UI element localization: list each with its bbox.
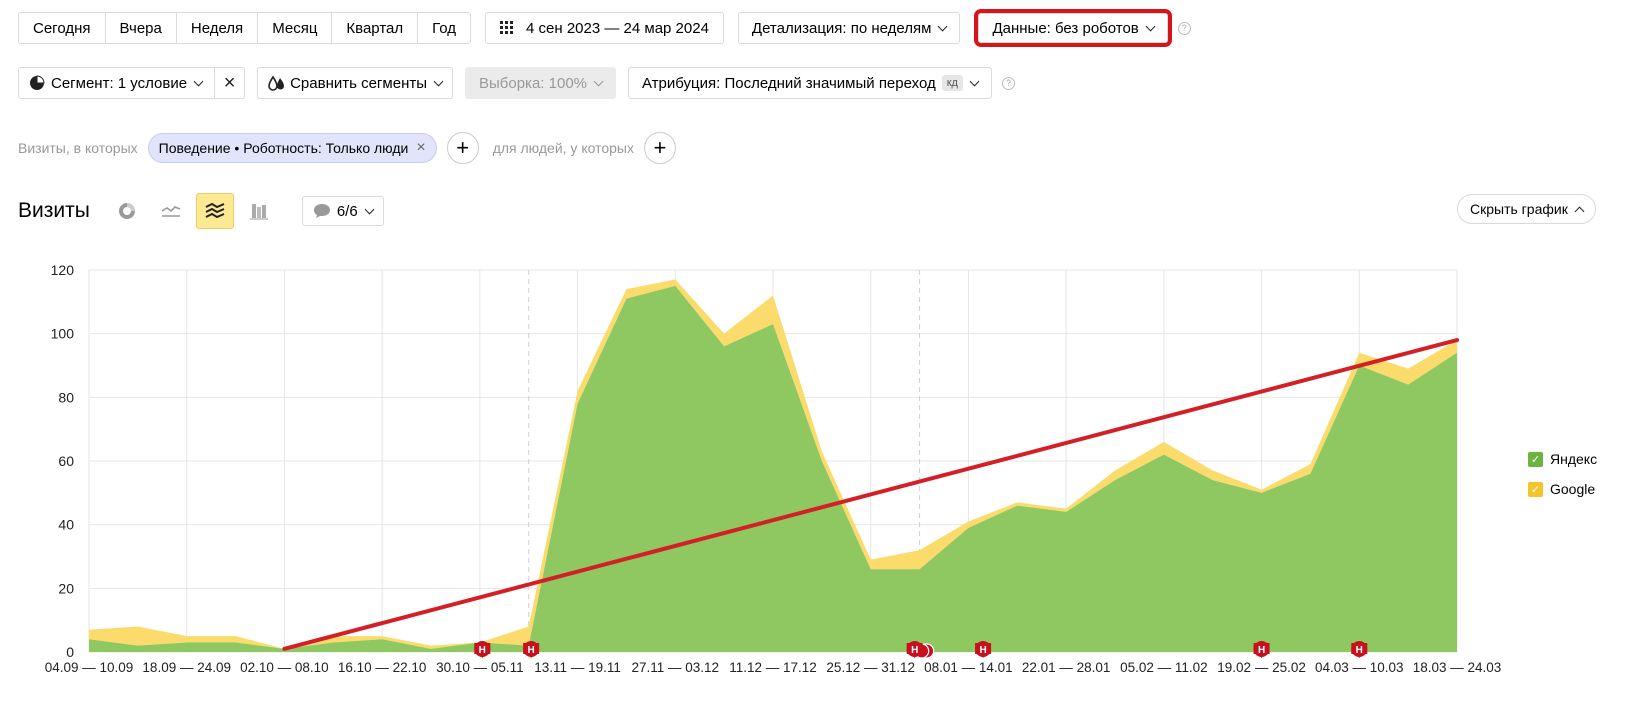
x-tick-label: 11.12 — 17.12 (729, 660, 817, 675)
x-tick-label: 19.02 — 25.02 (1217, 660, 1306, 675)
x-tick-label: 16.10 — 22.10 (338, 660, 427, 675)
series-area-yandex (89, 285, 1457, 652)
x-tick-label: 02.10 — 08.10 (240, 660, 329, 675)
x-tick-label: 18.03 — 24.03 (1413, 660, 1502, 675)
x-tick-label: 27.11 — 03.12 (631, 660, 719, 675)
marker-label: Н (528, 645, 535, 656)
y-tick-label: 80 (58, 389, 74, 405)
annotation-marker[interactable]: Н (1253, 641, 1270, 658)
annotation-marker[interactable]: Н (523, 641, 540, 658)
annotation-marker[interactable]: Н (474, 641, 491, 658)
x-tick-label: 30.10 — 05.11 (436, 660, 524, 675)
y-tick-label: 0 (66, 644, 74, 660)
checkbox-checked-icon[interactable]: ✓ (1528, 451, 1543, 467)
marker-label: Н (1258, 645, 1265, 656)
y-tick-label: 60 (58, 453, 74, 469)
legend-label-google: Google (1550, 481, 1596, 497)
y-tick-label: 20 (58, 580, 74, 596)
annotation-marker[interactable]: Н (1351, 641, 1368, 658)
x-tick-label: 08.01 — 14.01 (924, 660, 1013, 675)
legend-label-yandex: Яндекс (1550, 451, 1598, 467)
y-tick-label: 120 (51, 262, 75, 278)
y-axis: 0 20 40 60 80 100 120 (51, 262, 75, 660)
visits-chart: 0 20 40 60 80 100 120 04.09 — 10.09 18.09 — 24.… (45, 262, 1502, 675)
marker-label: Н (479, 645, 486, 656)
marker-label: Н (911, 645, 918, 656)
legend-item-google[interactable]: ✓ Google (1528, 481, 1595, 497)
y-tick-label: 100 (51, 326, 75, 342)
marker-label: Н (1356, 645, 1363, 656)
legend-item-yandex[interactable]: ✓ Яндекс (1528, 451, 1597, 467)
chart-areas (89, 279, 1457, 652)
x-axis: 04.09 — 10.09 18.09 — 24.09 02.10 — 08.10 1… (45, 660, 1502, 675)
annotation-marker[interactable]: Н (975, 641, 992, 658)
x-tick-label: 04.09 — 10.09 (45, 660, 134, 675)
x-tick-label: 05.02 — 11.02 (1120, 660, 1208, 675)
x-tick-label: 13.11 — 19.11 (534, 660, 621, 675)
x-tick-label: 25.12 — 31.12 (826, 660, 915, 675)
marker-label: Н (979, 645, 986, 656)
x-tick-label: 04.03 — 10.03 (1315, 660, 1404, 675)
y-tick-label: 40 (58, 517, 74, 533)
x-tick-label: 18.09 — 24.09 (142, 660, 231, 675)
x-tick-label: 22.01 — 28.01 (1022, 660, 1111, 675)
checkbox-checked-icon[interactable]: ✓ (1528, 481, 1543, 497)
